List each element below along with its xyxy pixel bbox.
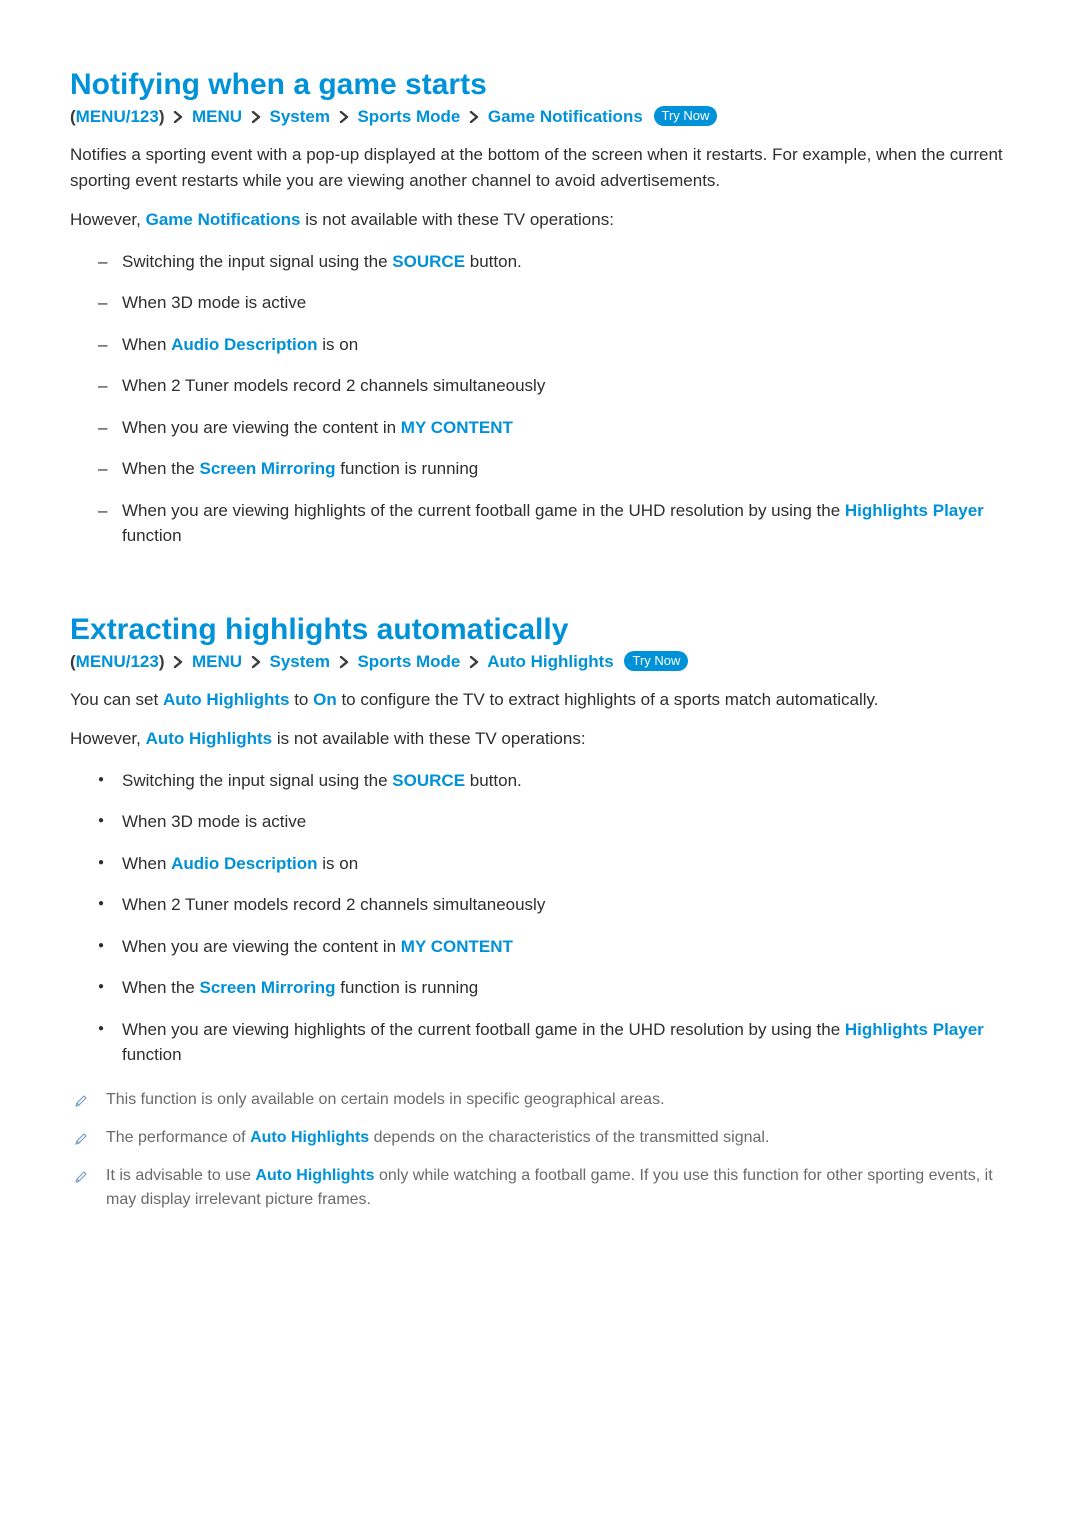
text: is on (318, 854, 359, 873)
text: You can set (70, 690, 163, 709)
highlight-my-content: MY CONTENT (401, 418, 513, 437)
highlight-auto-highlights: Auto Highlights (146, 729, 273, 748)
chevron-icon (173, 108, 183, 128)
highlight-source: SOURCE (392, 252, 465, 271)
highlight-audio-description: Audio Description (171, 854, 317, 873)
breadcrumb-sports-mode[interactable]: Sports Mode (357, 107, 460, 126)
highlight-audio-description: Audio Description (171, 335, 317, 354)
try-now-button[interactable]: Try Now (624, 651, 688, 671)
highlight-highlights-player: Highlights Player (845, 1020, 984, 1039)
text: Switching the input signal using the (122, 771, 392, 790)
breadcrumb-menu[interactable]: MENU (192, 107, 242, 126)
text: is not available with these TV operation… (301, 210, 614, 229)
text: The performance of (106, 1129, 250, 1146)
breadcrumb-notifying: (MENU/123) MENU System Sports Mode Game … (70, 106, 1010, 128)
text: When you are viewing highlights of the c… (122, 1020, 845, 1039)
list-item: When you are viewing highlights of the c… (98, 1017, 1010, 1068)
breadcrumb-menu123[interactable]: MENU/123 (76, 652, 159, 671)
paren-close: ) (159, 652, 165, 671)
section1-para1: Notifies a sporting event with a pop-up … (70, 142, 1010, 193)
breadcrumb-system[interactable]: System (269, 652, 329, 671)
section2-para1: You can set Auto Highlights to On to con… (70, 687, 1010, 713)
list-item: When you are viewing the content in MY C… (98, 415, 1010, 441)
breadcrumb-system[interactable]: System (269, 107, 329, 126)
note-item: The performance of Auto Highlights depen… (70, 1126, 1010, 1150)
text: to (289, 690, 313, 709)
text: function (122, 1045, 182, 1064)
list-item: Switching the input signal using the SOU… (98, 768, 1010, 794)
highlight-highlights-player: Highlights Player (845, 501, 984, 520)
pencil-icon (74, 1092, 88, 1106)
list-item: When 3D mode is active (98, 290, 1010, 316)
highlight-auto-highlights: Auto Highlights (163, 690, 290, 709)
text: button. (465, 771, 522, 790)
text: button. (465, 252, 522, 271)
chevron-icon (469, 108, 479, 128)
paren-close: ) (159, 107, 165, 126)
text: When the (122, 978, 200, 997)
text: Switching the input signal using the (122, 252, 392, 271)
section-title-extracting: Extracting highlights automatically (70, 613, 1010, 647)
text: When you are viewing the content in (122, 418, 401, 437)
text: is on (318, 335, 359, 354)
pencil-icon (74, 1168, 88, 1182)
list-item: When Audio Description is on (98, 851, 1010, 877)
text: When (122, 335, 171, 354)
list-item: When the Screen Mirroring function is ru… (98, 456, 1010, 482)
list-item: When 2 Tuner models record 2 channels si… (98, 373, 1010, 399)
breadcrumb-sports-mode[interactable]: Sports Mode (357, 652, 460, 671)
section2-para2: However, Auto Highlights is not availabl… (70, 726, 1010, 752)
text: function is running (336, 978, 479, 997)
highlight-auto-highlights: Auto Highlights (255, 1167, 374, 1184)
text: However, (70, 210, 146, 229)
text: depends on the characteristics of the tr… (369, 1129, 769, 1146)
highlight-my-content: MY CONTENT (401, 937, 513, 956)
chevron-icon (339, 108, 349, 128)
breadcrumb-menu[interactable]: MENU (192, 652, 242, 671)
text: to configure the TV to extract highlight… (337, 690, 879, 709)
chevron-icon (251, 108, 261, 128)
pencil-icon (74, 1130, 88, 1144)
notes-list: This function is only available on certa… (70, 1088, 1010, 1212)
chevron-icon (339, 653, 349, 673)
text: function is running (336, 459, 479, 478)
highlight-on: On (313, 690, 337, 709)
section1-para2: However, Game Notifications is not avail… (70, 207, 1010, 233)
breadcrumb-game-notifications[interactable]: Game Notifications (488, 107, 643, 126)
highlight-screen-mirroring: Screen Mirroring (200, 978, 336, 997)
note-text: This function is only available on certa… (106, 1091, 665, 1108)
text: When (122, 854, 171, 873)
text: It is advisable to use (106, 1167, 255, 1184)
breadcrumb-menu123[interactable]: MENU/123 (76, 107, 159, 126)
list-item: When 3D mode is active (98, 809, 1010, 835)
try-now-button[interactable]: Try Now (654, 106, 718, 126)
highlight-game-notifications: Game Notifications (146, 210, 301, 229)
text: When you are viewing highlights of the c… (122, 501, 845, 520)
section-title-notifying: Notifying when a game starts (70, 68, 1010, 102)
text: When you are viewing the content in (122, 937, 401, 956)
list-item: When the Screen Mirroring function is ru… (98, 975, 1010, 1001)
list-item: When you are viewing highlights of the c… (98, 498, 1010, 549)
text: However, (70, 729, 146, 748)
highlight-source: SOURCE (392, 771, 465, 790)
breadcrumb-extracting: (MENU/123) MENU System Sports Mode Auto … (70, 651, 1010, 673)
breadcrumb-auto-highlights[interactable]: Auto Highlights (487, 652, 614, 671)
text: When the (122, 459, 200, 478)
list-item: When you are viewing the content in MY C… (98, 934, 1010, 960)
chevron-icon (173, 653, 183, 673)
text: is not available with these TV operation… (272, 729, 585, 748)
list-item: When Audio Description is on (98, 332, 1010, 358)
chevron-icon (469, 653, 479, 673)
note-item: This function is only available on certa… (70, 1088, 1010, 1112)
list-item: Switching the input signal using the SOU… (98, 249, 1010, 275)
highlight-screen-mirroring: Screen Mirroring (200, 459, 336, 478)
chevron-icon (251, 653, 261, 673)
highlight-auto-highlights: Auto Highlights (250, 1129, 369, 1146)
section2-list: Switching the input signal using the SOU… (70, 768, 1010, 1068)
text: function (122, 526, 182, 545)
list-item: When 2 Tuner models record 2 channels si… (98, 892, 1010, 918)
section1-list: Switching the input signal using the SOU… (70, 249, 1010, 549)
note-item: It is advisable to use Auto Highlights o… (70, 1164, 1010, 1212)
